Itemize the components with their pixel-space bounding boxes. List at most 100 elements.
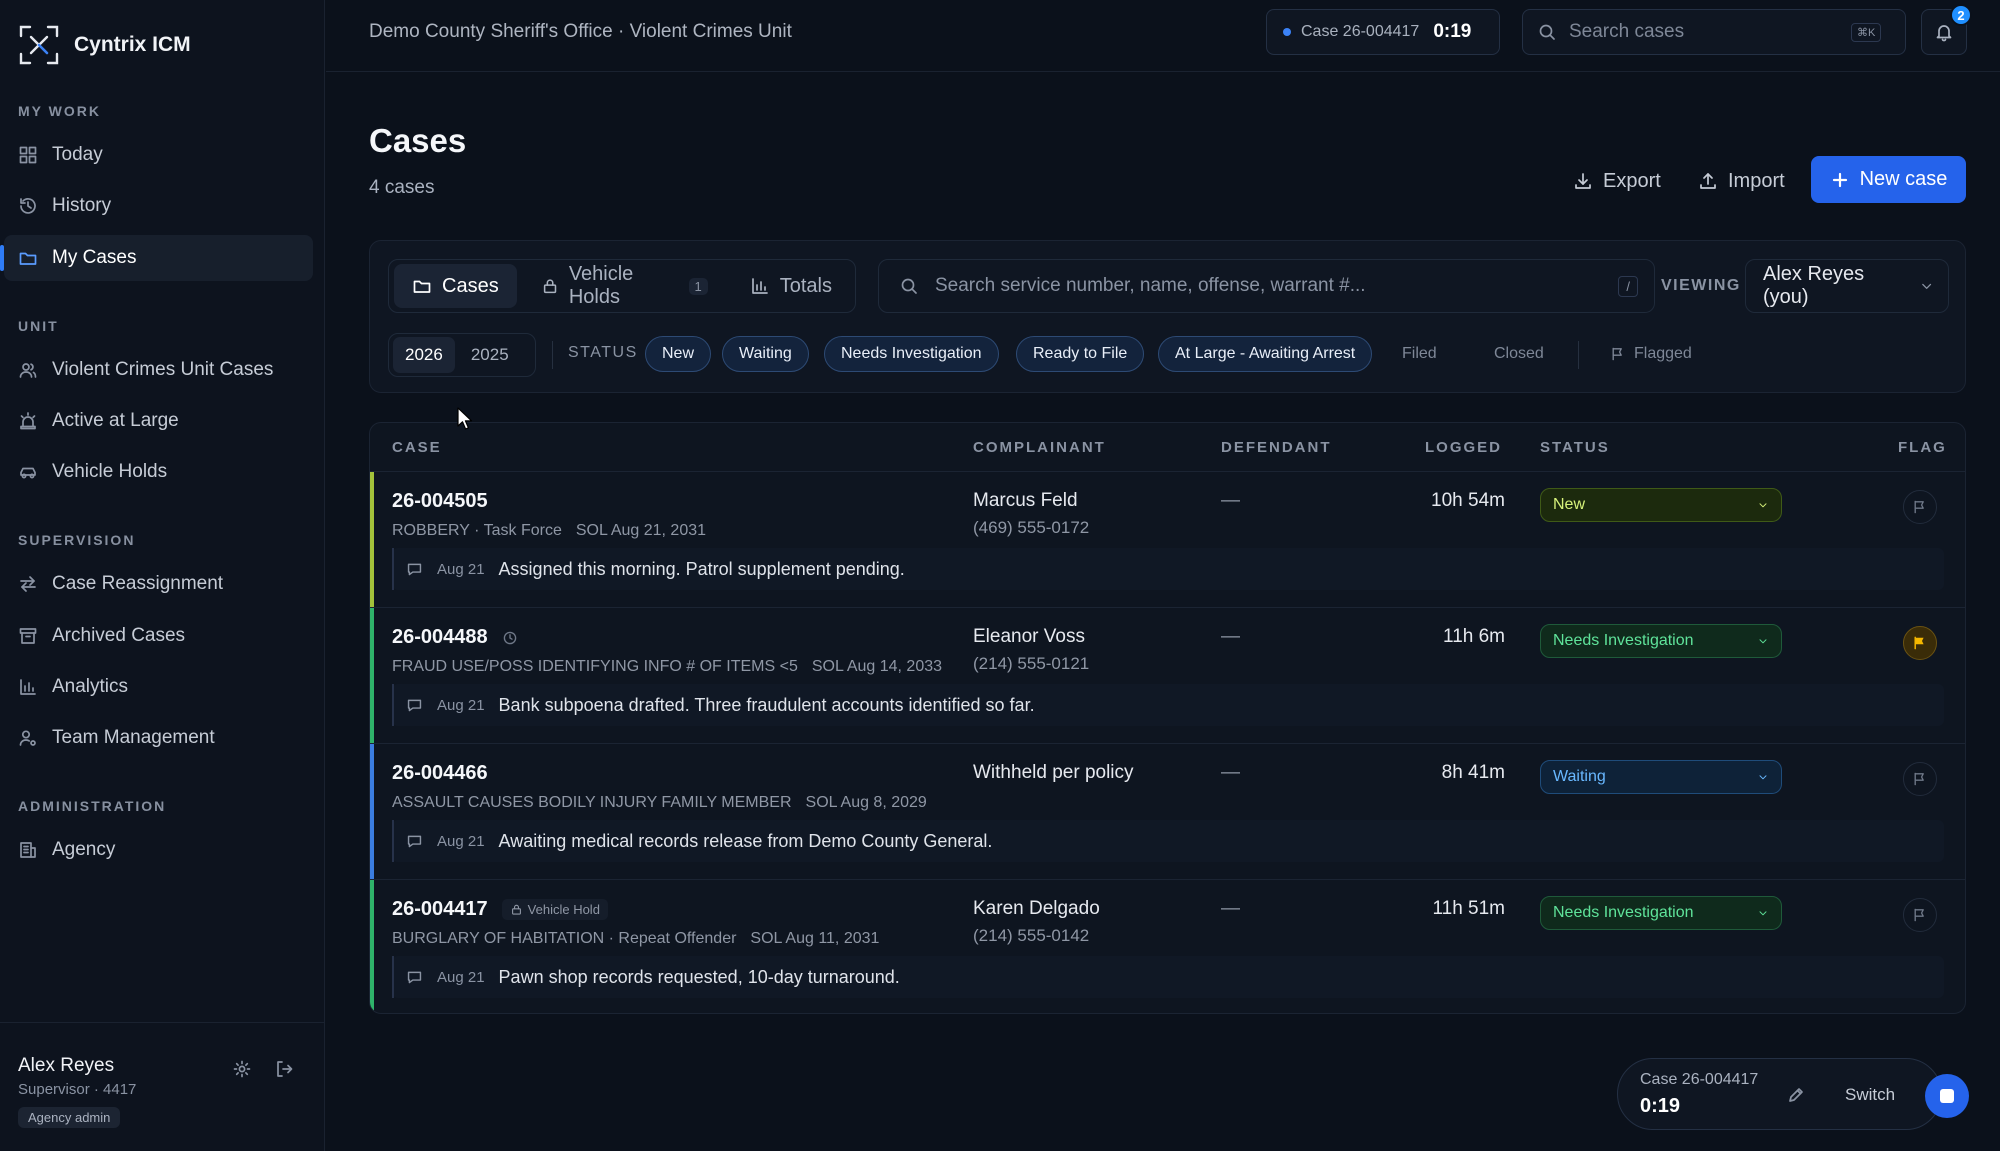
sidebar-item-violent-crimes-unit-cases[interactable]: Violent Crimes Unit Cases: [4, 347, 313, 393]
status-value: Needs Investigation: [1553, 632, 1694, 649]
user-role: Supervisor · 4417: [18, 1081, 137, 1098]
status-chip-waiting[interactable]: Waiting: [722, 336, 809, 372]
tab-count: 1: [688, 277, 708, 295]
sidebar-item-team-management[interactable]: Team Management: [4, 715, 313, 761]
tab-totals[interactable]: Totals: [732, 264, 850, 308]
table-row[interactable]: 26-004488 FRAUD USE/POSS IDENTIFYING INF…: [370, 607, 1965, 744]
status-chip-closed[interactable]: Closed: [1477, 336, 1561, 372]
edit-timer-button[interactable]: [1786, 1085, 1806, 1105]
offense: FRAUD USE/POSS IDENTIFYING INFO # OF ITE…: [392, 658, 798, 675]
status-select[interactable]: Needs Investigation: [1540, 624, 1782, 658]
row-accent: [370, 880, 374, 1013]
status-select[interactable]: Waiting: [1540, 760, 1782, 794]
user-name: Alex Reyes: [18, 1055, 115, 1076]
sidebar-item-label: Agency: [52, 839, 116, 860]
import-button[interactable]: Import: [1698, 158, 1785, 204]
complainant-phone: (214) 555-0142: [973, 926, 1090, 945]
sidebar-item-vehicle-holds[interactable]: Vehicle Holds: [4, 449, 313, 495]
case-number[interactable]: 26-004505: [392, 490, 488, 513]
year-2025[interactable]: 2025: [459, 337, 521, 373]
flag-button[interactable]: [1903, 762, 1937, 796]
status-chip-new[interactable]: New: [645, 336, 712, 372]
case-note: Aug 21 Pawn shop records requested, 10-d…: [392, 956, 1944, 998]
car-icon: [20, 467, 36, 479]
settings-button[interactable]: [232, 1059, 252, 1079]
status-chip-at-large[interactable]: At Large - Awaiting Arrest: [1158, 336, 1373, 372]
flag-icon: [1914, 772, 1924, 786]
status-chip-ready-to-file[interactable]: Ready to File: [1016, 336, 1145, 372]
grid-icon: [19, 146, 37, 164]
new-case-button[interactable]: New case: [1811, 156, 1966, 203]
brand[interactable]: Cyntrix ICM: [18, 24, 191, 66]
user-badge: Agency admin: [18, 1107, 121, 1128]
status-chip-needs-investigation[interactable]: Needs Investigation: [824, 336, 999, 372]
clock-icon: [503, 631, 516, 644]
flag-button[interactable]: [1903, 490, 1937, 524]
year-toggle: 2026 2025: [388, 333, 536, 377]
sidebar-item-archived-cases[interactable]: Archived Cases: [4, 613, 313, 659]
active-timer[interactable]: Case 26-004417 0:19: [1266, 9, 1500, 55]
flag-button[interactable]: [1903, 898, 1937, 932]
viewing-select[interactable]: Alex Reyes (you): [1745, 259, 1949, 313]
col-status[interactable]: STATUS: [1540, 439, 1610, 456]
flag-button[interactable]: [1903, 626, 1937, 660]
sidebar-item-analytics[interactable]: Analytics: [4, 664, 313, 710]
page-title: Cases: [369, 122, 467, 159]
user-gear-icon: [19, 730, 36, 746]
col-defendant[interactable]: DEFENDANT: [1221, 439, 1332, 456]
pencil-icon: [1789, 1088, 1803, 1102]
search-icon: [901, 278, 917, 294]
notifications-button[interactable]: 2: [1921, 4, 1972, 55]
sidebar-item-agency[interactable]: Agency: [4, 827, 313, 873]
case-note: Aug 21 Assigned this morning. Patrol sup…: [392, 548, 1944, 590]
table-row[interactable]: 26-004466 ASSAULT CAUSES BODILY INJURY F…: [370, 743, 1965, 880]
viewing-value: Alex Reyes (you): [1763, 263, 1865, 308]
note-date: Aug 21: [437, 832, 485, 850]
divider: [552, 341, 553, 369]
users-icon: [19, 363, 37, 378]
cases-table: CASE COMPLAINANT DEFENDANT LOGGED STATUS…: [369, 422, 1966, 1014]
col-case[interactable]: CASE: [392, 439, 442, 456]
sidebar-item-label: Team Management: [52, 727, 215, 748]
sidebar-item-my-cases[interactable]: My Cases: [0, 235, 313, 281]
lock-icon: [543, 279, 556, 294]
logout-button[interactable]: [274, 1059, 294, 1079]
sidebar-item-label: Archived Cases: [52, 625, 186, 646]
sidebar-item-case-reassignment[interactable]: Case Reassignment: [4, 561, 313, 607]
tab-vehicle-holds[interactable]: Vehicle Holds 1: [523, 263, 726, 308]
table-row[interactable]: 26-004417 Vehicle Hold BURGLARY OF HABIT…: [370, 879, 1965, 1013]
chevron-down-icon: [1759, 639, 1767, 644]
year-2026[interactable]: 2026: [393, 337, 455, 373]
note-date: Aug 21: [437, 560, 485, 578]
status-select[interactable]: Needs Investigation: [1540, 896, 1782, 930]
sidebar-item-today[interactable]: Today: [4, 132, 313, 178]
case-number[interactable]: 26-004417 Vehicle Hold: [392, 898, 608, 921]
case-search[interactable]: /: [878, 259, 1655, 313]
col-logged[interactable]: LOGGED: [1425, 439, 1502, 456]
table-row[interactable]: 26-004505 ROBBERY · Task Force SOL Aug 21…: [370, 471, 1965, 608]
note-date: Aug 21: [437, 696, 485, 714]
global-search[interactable]: ⌘K: [1522, 9, 1906, 55]
logged-time: 11h 51m: [1432, 898, 1505, 919]
export-button[interactable]: Export: [1573, 158, 1661, 204]
tab-cases[interactable]: Cases: [394, 264, 517, 308]
sidebar-item-active-at-large[interactable]: Active at Large: [4, 398, 313, 444]
stop-timer-button[interactable]: [1925, 1074, 1969, 1118]
status-value: New: [1553, 496, 1586, 513]
complainant-phone: (214) 555-0121: [973, 654, 1090, 673]
case-number[interactable]: 26-004488: [392, 626, 518, 649]
status-chip-filed[interactable]: Filed: [1385, 336, 1454, 372]
case-number[interactable]: 26-004466: [392, 762, 488, 785]
defendant: —: [1221, 490, 1240, 511]
switch-timer-button[interactable]: Switch: [1845, 1085, 1895, 1105]
filter-panel: Cases Vehicle Holds 1 Totals / VIEWING A…: [369, 240, 1966, 393]
col-complainant[interactable]: COMPLAINANT: [973, 439, 1106, 456]
flagged-filter[interactable]: Flagged: [1593, 336, 1709, 372]
chevron-down-icon: [1759, 775, 1767, 780]
status-select[interactable]: New: [1540, 488, 1782, 522]
case-search-input[interactable]: [935, 275, 1595, 297]
global-search-input[interactable]: [1569, 21, 1839, 43]
chevron-down-icon: [1759, 503, 1767, 508]
sidebar-item-history[interactable]: History: [4, 183, 313, 229]
complainant-name: Eleanor Voss: [973, 626, 1085, 647]
